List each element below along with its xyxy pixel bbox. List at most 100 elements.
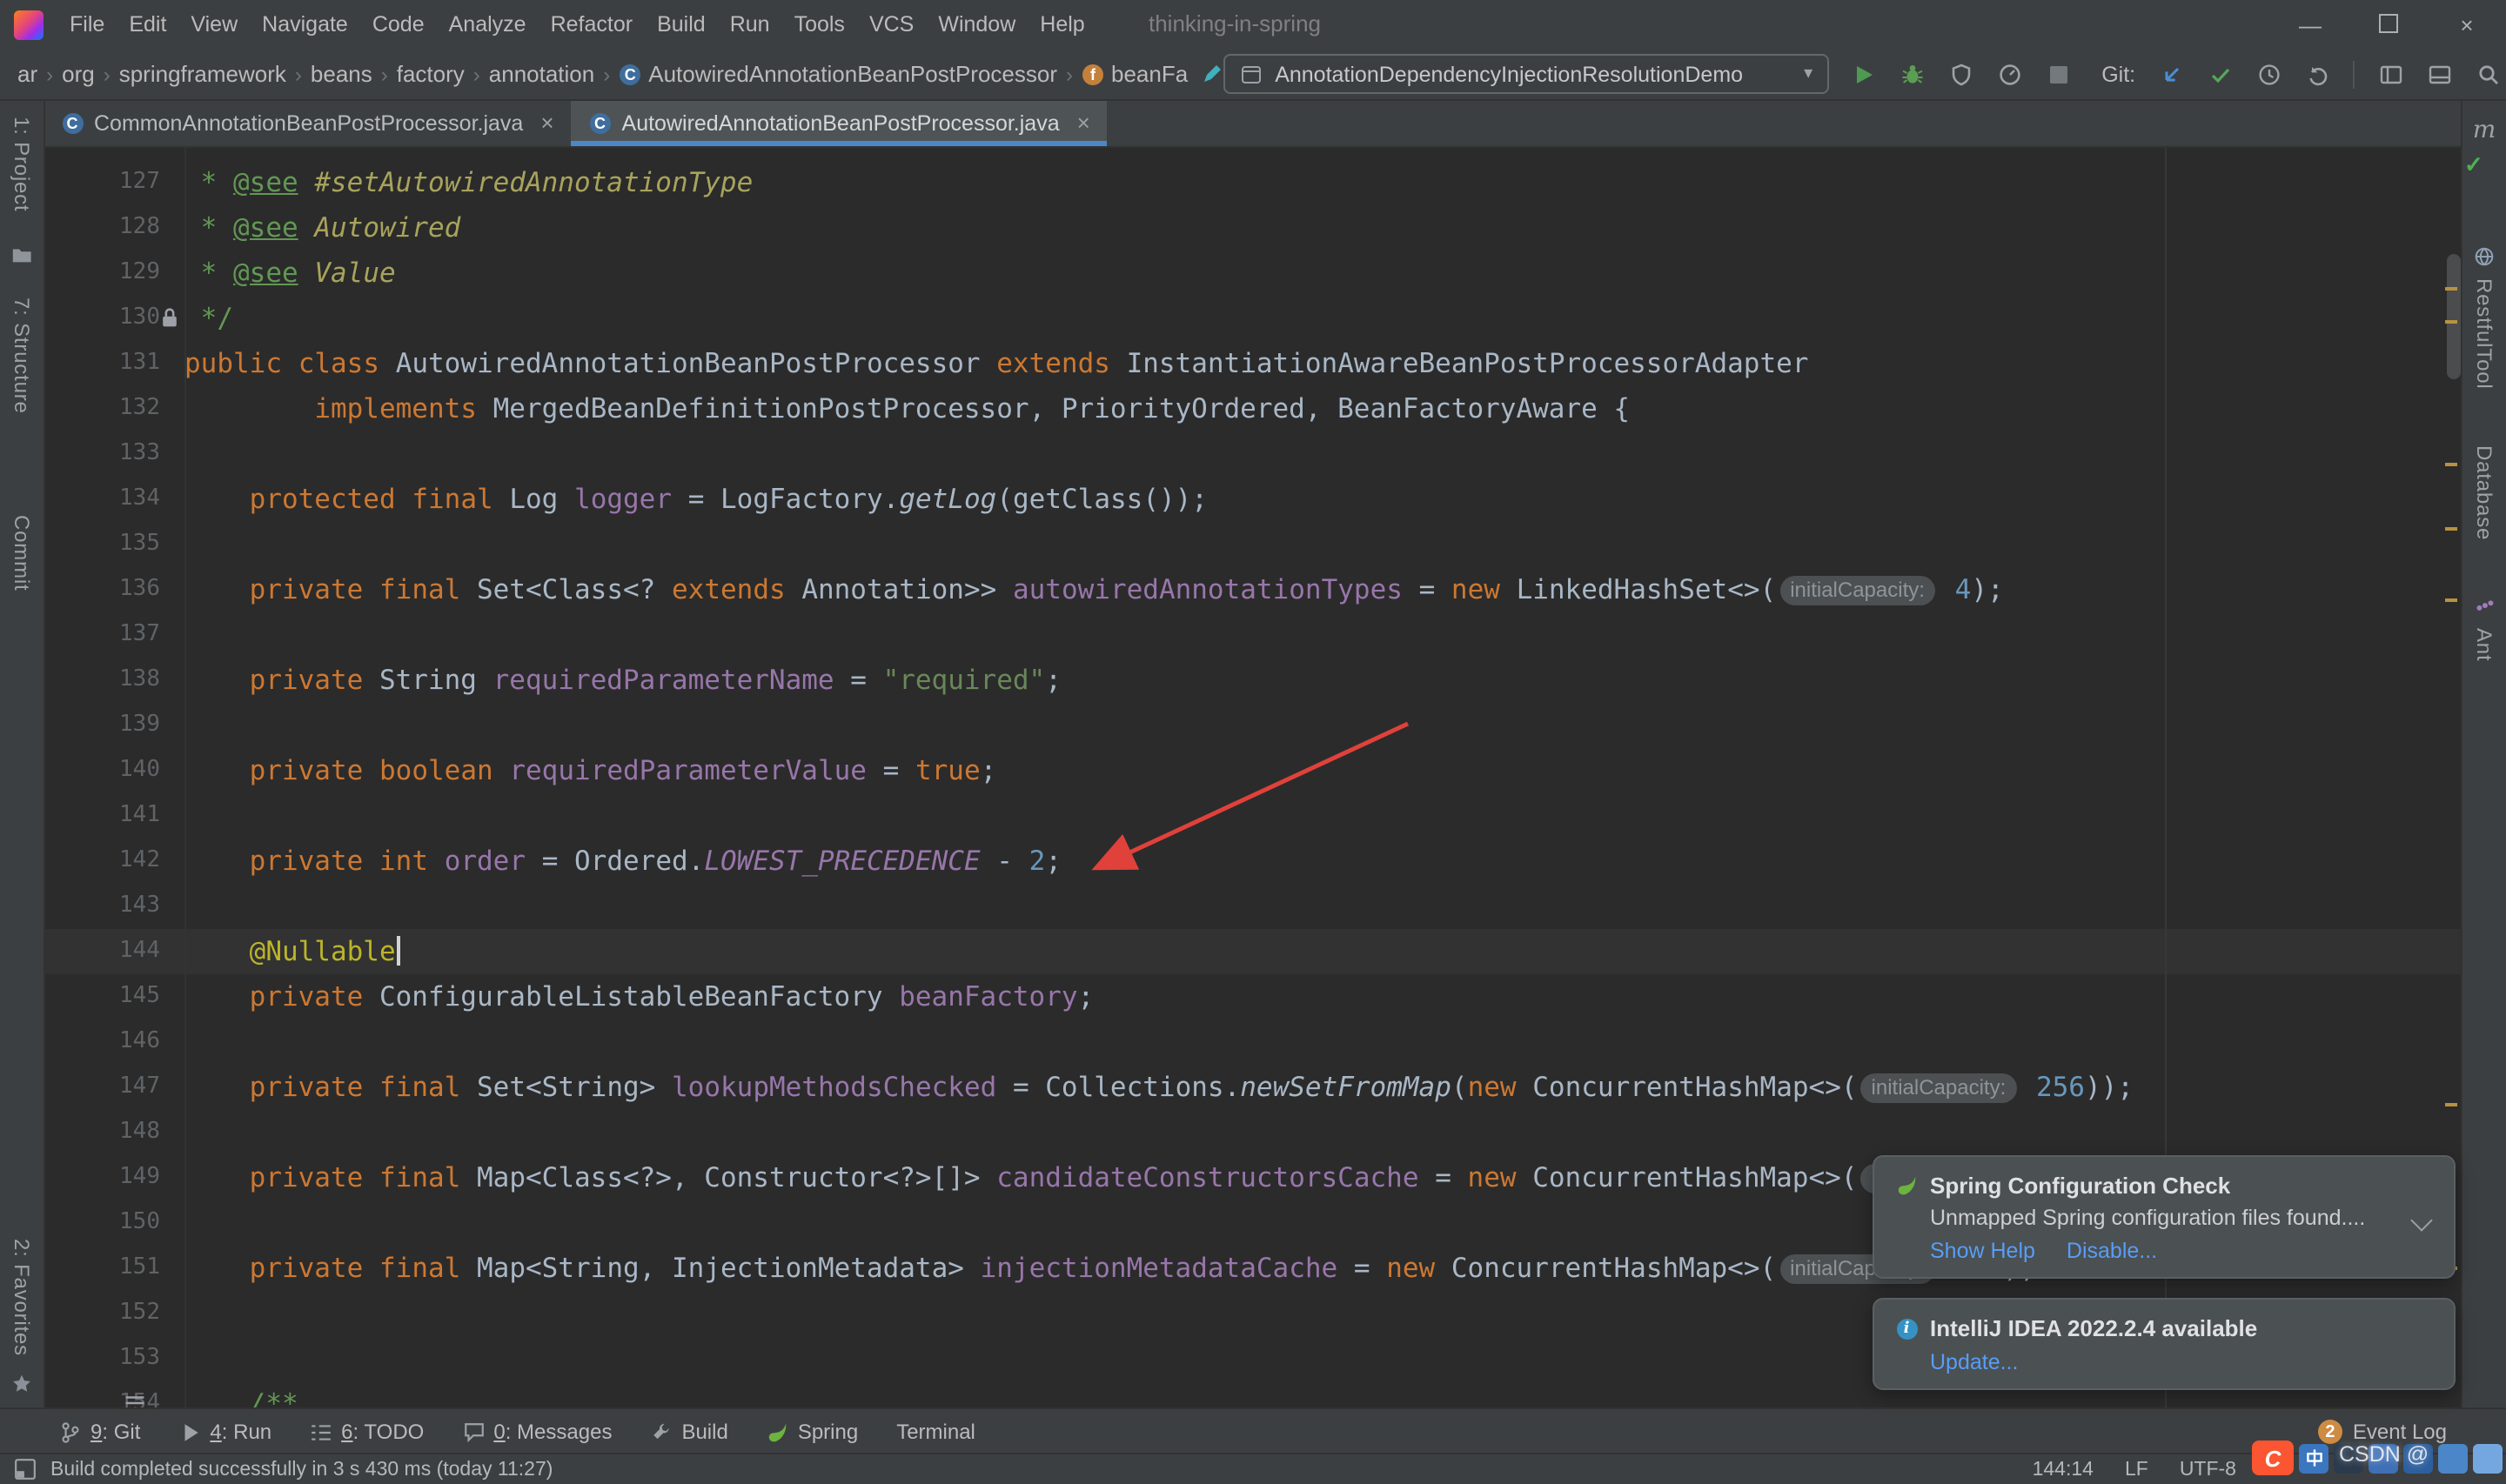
line-number[interactable]: 153 — [44, 1336, 184, 1381]
line-number[interactable]: 132 — [44, 386, 184, 431]
debug-button[interactable] — [1900, 61, 1926, 87]
line-number[interactable]: 140 — [44, 748, 184, 793]
menu-item-window[interactable]: Window — [926, 0, 1028, 49]
menu-item-view[interactable]: View — [178, 0, 250, 49]
tool-window-switcher-icon[interactable] — [14, 1458, 37, 1481]
tool-window-button-1-project[interactable]: 1: Project — [10, 117, 34, 211]
tab-close-icon[interactable]: × — [1077, 110, 1090, 136]
line-number[interactable]: 129 — [44, 251, 184, 296]
line-number[interactable]: 135 — [44, 522, 184, 567]
breadcrumb-item[interactable]: AutowiredAnnotationBeanPostProcessor — [648, 61, 1057, 87]
line-number[interactable]: 154 — [44, 1381, 184, 1409]
line-number[interactable]: 128 — [44, 205, 184, 251]
line-number[interactable]: 134 — [44, 477, 184, 522]
menu-item-refactor[interactable]: Refactor — [539, 0, 646, 49]
tool-window-button-2-favorites[interactable]: 2: Favorites — [10, 1238, 34, 1355]
menu-item-code[interactable]: Code — [360, 0, 437, 49]
breadcrumb-item[interactable]: beanFa — [1111, 61, 1188, 87]
layout-bottom-button[interactable] — [2426, 61, 2452, 87]
inspections-ok-icon[interactable]: ✓ — [2464, 151, 2483, 179]
notification-link[interactable]: Update... — [1930, 1350, 2018, 1374]
line-number[interactable]: 131 — [44, 341, 184, 386]
minimize-button[interactable]: — — [2271, 11, 2349, 37]
menu-item-edit[interactable]: Edit — [117, 0, 178, 49]
menu-item-navigate[interactable]: Navigate — [250, 0, 360, 49]
tool-window-button-m[interactable]: m — [2473, 117, 2496, 144]
code-token: true — [915, 755, 981, 786]
menu-item-file[interactable]: File — [57, 0, 117, 49]
menu-item-tools[interactable]: Tools — [782, 0, 857, 49]
git-commit-button[interactable] — [2207, 61, 2233, 87]
breadcrumb-item[interactable]: annotation — [489, 61, 594, 87]
line-number[interactable]: 136 — [44, 567, 184, 612]
tool-window-button-commit[interactable]: Commit — [10, 514, 34, 590]
menu-item-analyze[interactable]: Analyze — [437, 0, 539, 49]
encoding-indicator[interactable]: UTF-8 — [2180, 1459, 2236, 1480]
line-number[interactable]: 145 — [44, 974, 184, 1019]
line-number[interactable]: 142 — [44, 839, 184, 884]
menu-item-help[interactable]: Help — [1028, 0, 1096, 49]
editor-tab[interactable]: C AutowiredAnnotationBeanPostProcessor.ja… — [571, 99, 1108, 146]
coverage-button[interactable] — [1948, 61, 1974, 87]
history-button[interactable] — [2255, 61, 2282, 87]
tool-window-button-star-icon[interactable] — [10, 1373, 33, 1395]
pencil-edit-icon[interactable] — [1198, 61, 1223, 87]
tool-window-bar-todo[interactable]: 6: TODO — [310, 1420, 424, 1444]
line-number[interactable]: 151 — [44, 1246, 184, 1291]
line-number[interactable]: 143 — [44, 884, 184, 929]
line-number[interactable]: 141 — [44, 793, 184, 839]
line-number[interactable]: 138 — [44, 658, 184, 703]
breadcrumb-item[interactable]: factory — [397, 61, 465, 87]
line-number[interactable]: 152 — [44, 1291, 184, 1336]
tool-window-button-database[interactable]: Database — [2472, 445, 2496, 540]
line-number[interactable]: 127 — [44, 160, 184, 205]
line-number[interactable]: 144 — [44, 929, 184, 974]
code-token: = — [1402, 574, 1451, 605]
run-button[interactable] — [1851, 61, 1877, 87]
tool-window-bar-spring[interactable]: Spring — [767, 1420, 858, 1444]
stop-button[interactable] — [2046, 61, 2072, 87]
tool-window-button-folder-icon[interactable] — [10, 243, 33, 265]
maximize-button[interactable] — [2349, 11, 2428, 37]
close-button[interactable]: × — [2428, 11, 2506, 37]
tool-window-bar-build[interactable]: Build — [650, 1420, 728, 1444]
tool-window-button-restfultool[interactable]: RestfulTool — [2472, 245, 2496, 390]
line-number[interactable]: 130 — [44, 296, 184, 341]
tool-window-button-ant[interactable]: Ant — [2472, 596, 2496, 662]
layout-left-button[interactable] — [2377, 61, 2403, 87]
code-line: * @see #setAutowiredAnnotationType — [184, 160, 2462, 205]
breadcrumb-item[interactable]: springframework — [119, 61, 286, 87]
line-number[interactable]: 149 — [44, 1155, 184, 1200]
tool-window-bar-messages[interactable]: 0: Messages — [462, 1420, 612, 1444]
caret-position-indicator[interactable]: 144:14 — [2033, 1459, 2094, 1480]
tool-window-button-7-structure[interactable]: 7: Structure — [10, 297, 34, 413]
line-ending-indicator[interactable]: LF — [2125, 1459, 2148, 1480]
breadcrumb-item[interactable]: org — [62, 61, 95, 87]
git-update-button[interactable] — [2158, 61, 2184, 87]
tab-close-icon[interactable]: × — [540, 110, 553, 136]
menu-item-vcs[interactable]: VCS — [857, 0, 926, 49]
menu-item-build[interactable]: Build — [645, 0, 718, 49]
tool-window-bar-run[interactable]: 4: Run — [178, 1420, 271, 1444]
line-number[interactable]: 146 — [44, 1019, 184, 1065]
tool-window-bar-git[interactable]: 9: Git — [59, 1420, 140, 1444]
line-number[interactable]: 139 — [44, 703, 184, 748]
breadcrumb-item[interactable]: beans — [311, 61, 372, 87]
editor-tab[interactable]: C CommonAnnotationBeanPostProcessor.java × — [44, 99, 572, 146]
tool-window-bar-terminal[interactable]: Terminal — [896, 1420, 975, 1444]
line-number[interactable]: 133 — [44, 431, 184, 477]
line-number[interactable]: 147 — [44, 1065, 184, 1110]
breadcrumb-item[interactable]: ar — [17, 61, 37, 87]
rollback-button[interactable] — [2304, 61, 2330, 87]
notification-link[interactable]: Show Help — [1930, 1239, 2035, 1263]
left-stripe-bottom-group: 2: Favorites — [0, 1238, 44, 1395]
menu-item-run[interactable]: Run — [718, 0, 782, 49]
profiler-button[interactable] — [1997, 61, 2023, 87]
search-everywhere-button[interactable] — [2475, 61, 2501, 87]
line-number[interactable]: 148 — [44, 1110, 184, 1155]
run-configuration-select[interactable]: AnnotationDependencyInjectionResolutionD… — [1223, 54, 1829, 94]
line-number[interactable]: 150 — [44, 1200, 184, 1246]
line-number[interactable]: 137 — [44, 612, 184, 658]
notification-link[interactable]: Disable... — [2067, 1239, 2157, 1263]
